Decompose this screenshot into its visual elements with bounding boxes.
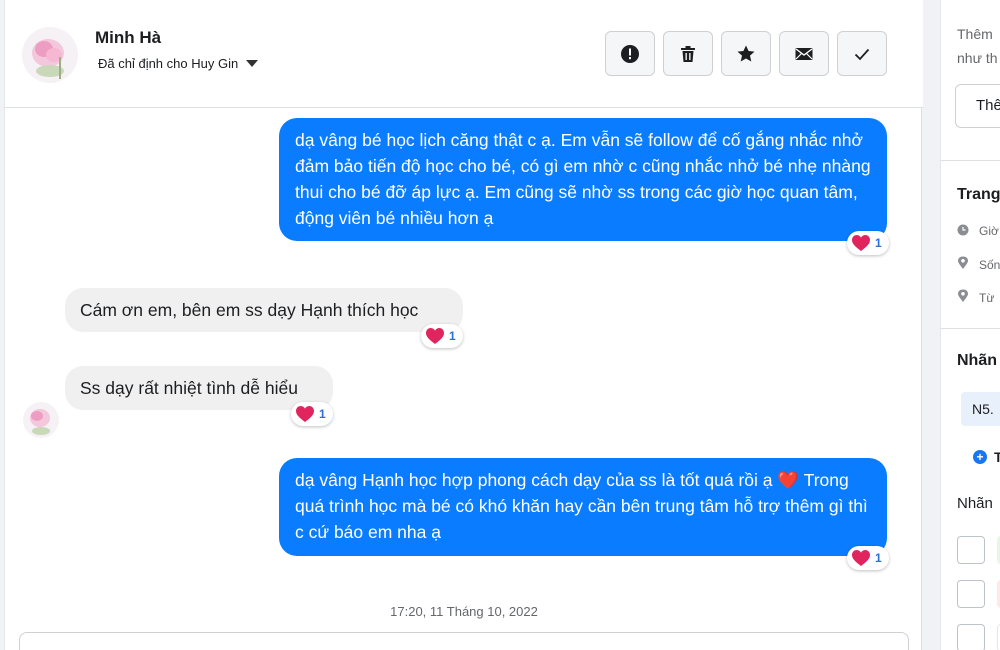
divider <box>941 160 1000 161</box>
heart-icon <box>296 406 314 422</box>
reaction-badge[interactable]: 1 <box>847 546 889 570</box>
info-hours: Giờ <box>979 224 999 238</box>
action-toolbar <box>605 31 887 76</box>
check-icon <box>854 48 870 60</box>
delete-button[interactable] <box>663 31 713 76</box>
reaction-count: 1 <box>319 407 326 421</box>
star-button[interactable] <box>721 31 771 76</box>
message-text: dạ vâng bé học lịch căng thật c ạ. Em vẫ… <box>295 130 871 228</box>
section-title-info: Trang <box>957 186 1000 203</box>
label-checkbox[interactable] <box>957 624 985 650</box>
mail-icon <box>795 47 813 60</box>
plus-icon: + <box>973 450 987 464</box>
location-icon <box>958 289 968 302</box>
reaction-count: 1 <box>875 551 882 565</box>
subsection-title: Nhãn <box>957 495 993 512</box>
label-checkbox[interactable] <box>957 580 985 608</box>
message-text: Ss dạy rất nhiệt tình dễ hiểu <box>80 378 298 398</box>
info-lives: Sốn <box>979 258 1000 272</box>
star-icon <box>737 45 755 61</box>
conversation-header: Minh Hà Đã chỉ định cho Huy Gin <box>5 0 923 108</box>
mark-unread-button[interactable] <box>779 31 829 76</box>
message-text: dạ vâng Hạnh học hợp phong cách dạy của … <box>295 470 868 542</box>
label-tag[interactable]: N5. <box>961 392 1000 426</box>
contact-name: Minh Hà <box>95 28 162 47</box>
incoming-message: Ss dạy rất nhiệt tình dễ hiểu <box>65 366 333 410</box>
reaction-badge[interactable]: 1 <box>421 324 463 348</box>
info-from: Từ <box>979 291 995 305</box>
reaction-badge[interactable]: 1 <box>291 402 333 426</box>
mark-done-button[interactable] <box>837 31 887 76</box>
sidebar-hint-line1: Thêm <box>957 26 993 42</box>
reaction-count: 1 <box>875 236 882 250</box>
add-label-button[interactable]: + T <box>961 440 1000 474</box>
heart-icon <box>852 235 870 251</box>
alert-icon <box>621 44 639 63</box>
divider <box>941 328 1000 329</box>
outgoing-message: dạ vâng bé học lịch căng thật c ạ. Em vẫ… <box>279 118 887 241</box>
label-checkbox[interactable] <box>957 536 985 564</box>
incoming-message: Cám ơn em, bên em ss dạy Hạnh thích học <box>65 288 463 332</box>
message-timestamp: 17:20, 11 Tháng 10, 2022 <box>390 604 538 619</box>
message-text: Cám ơn em, bên em ss dạy Hạnh thích học <box>80 300 419 320</box>
caret-down-icon <box>246 60 259 67</box>
location-icon <box>958 256 968 269</box>
assignee-dropdown[interactable]: Đã chỉ định cho Huy Gin <box>98 56 259 71</box>
heart-icon <box>852 550 870 566</box>
heart-icon <box>426 328 444 344</box>
report-button[interactable] <box>605 31 655 76</box>
sender-avatar <box>23 402 59 438</box>
reaction-badge[interactable]: 1 <box>847 231 889 255</box>
chat-panel: Minh Hà Đã chỉ định cho Huy Gin dạ vâng … <box>4 0 923 650</box>
clock-icon <box>957 224 969 236</box>
details-sidebar: Thêm như th Thê Trang Giờ Sốn Từ Nhãn N5… <box>940 0 1000 650</box>
sidebar-add-button[interactable]: Thê <box>955 84 1000 128</box>
message-composer[interactable] <box>19 632 909 650</box>
avatar[interactable] <box>22 27 78 83</box>
trash-icon <box>681 45 695 62</box>
section-title-labels: Nhãn <box>957 352 997 369</box>
add-label-text: T <box>994 449 1000 465</box>
assignee-label: Đã chỉ định cho Huy Gin <box>98 56 239 71</box>
sidebar-hint-line2: như th <box>957 50 998 66</box>
outgoing-message: dạ vâng Hạnh học hợp phong cách dạy của … <box>279 458 887 556</box>
reaction-count: 1 <box>449 329 456 343</box>
